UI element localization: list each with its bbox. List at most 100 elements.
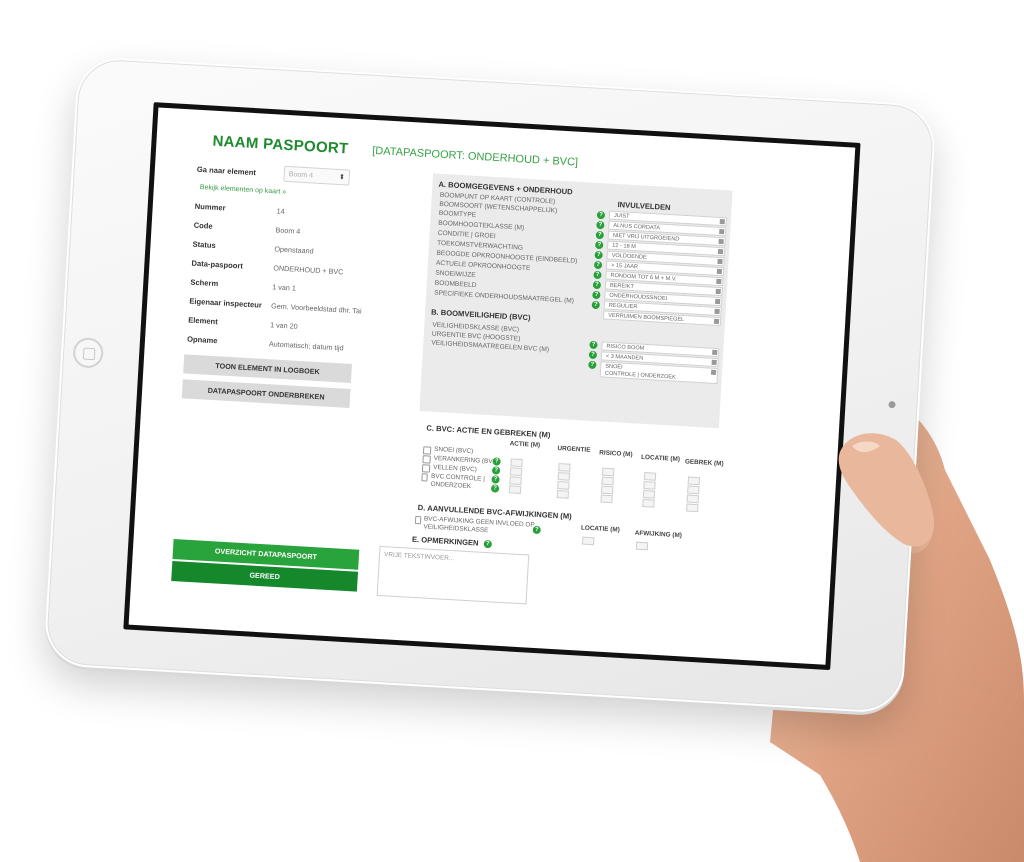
locatie-select[interactable]	[642, 489, 656, 499]
remarks-textarea[interactable]: VRIJE TEKSTINVOER...	[376, 545, 530, 605]
help-icon[interactable]: ?	[596, 210, 606, 220]
show-in-logbook-button[interactable]: TOON ELEMENT IN LOGBOEK	[183, 354, 352, 383]
select-arrow-icon	[717, 248, 724, 255]
select-arrow-icon	[718, 238, 724, 245]
help-icon[interactable]: ?	[492, 457, 501, 466]
row-label: VEILIGHEIDSMAATREGELEN BVC (M)	[431, 339, 550, 354]
help-icon[interactable]: ?	[595, 240, 604, 250]
field-label: Eigenaar inspecteur	[189, 296, 263, 310]
col-head-d-afwijking: AFWIJKING (M)	[634, 529, 683, 540]
help-icon[interactable]: ?	[589, 340, 598, 350]
locatie-select[interactable]	[643, 472, 657, 481]
interrupt-datapaspoort-button[interactable]: DATAPASPOORT ONDERBREKEN	[181, 379, 351, 408]
help-icon[interactable]: ?	[593, 270, 602, 280]
home-button-icon[interactable]	[72, 336, 105, 369]
urgentie-select[interactable]	[556, 490, 570, 499]
d-locatie-select[interactable]	[581, 536, 595, 546]
invulvelden-title: INVULVELDEN	[617, 200, 671, 213]
boomgegevens-panel: A. BOOMGEGEVENS + ONDERHOUD INVULVELDEN …	[419, 173, 733, 429]
field-value: Openstaand	[274, 244, 314, 256]
field-label: Element	[187, 315, 218, 327]
risico-select[interactable]	[601, 467, 615, 477]
select-arrow-icon	[710, 369, 717, 375]
tablet-screen: NAAM PASPOORT [DATAPASPOORT: ONDERHOUD +…	[123, 102, 861, 671]
select-arrow-icon	[719, 218, 725, 225]
actie-select[interactable]	[509, 476, 522, 485]
select-arrow-icon	[713, 318, 720, 325]
app-display: NAAM PASPOORT [DATAPASPOORT: ONDERHOUD +…	[128, 107, 856, 665]
row-label: CONDITIE | GROEI	[437, 229, 496, 241]
help-icon[interactable]: ?	[596, 220, 605, 230]
help-icon[interactable]: ?	[532, 525, 541, 535]
help-icon[interactable]: ?	[592, 290, 601, 300]
help-icon[interactable]: ?	[588, 350, 598, 360]
col-head-actie: ACTIE (M)	[509, 440, 541, 449]
col-head-urgentie: URGENTIE	[557, 444, 591, 454]
field-value: Gem. Voorbeeldstad dhr. Tai	[270, 301, 362, 316]
select-arrow-icon	[712, 349, 718, 356]
field-label: Scherm	[190, 277, 219, 289]
checkbox-row-bvc-controle[interactable]: BVC CONTROLE | ONDERZOEK	[421, 472, 502, 493]
d-afwijking-select[interactable]	[635, 541, 649, 551]
goto-element-label: Ga naar element	[196, 164, 257, 177]
checkbox-label: BVC-AFWIJKING GEEN INVLOED OP VEILIGHEID…	[423, 515, 535, 535]
page-title: NAAM PASPOORT	[212, 132, 349, 158]
field-value: ONDERHOUD + BVC	[273, 263, 344, 277]
help-icon[interactable]: ?	[593, 260, 603, 270]
risico-select[interactable]	[600, 494, 613, 504]
help-icon[interactable]: ?	[592, 280, 602, 290]
row-label: SPECIFIEKE ONDERHOUDSMAATREGEL (M)	[433, 289, 575, 305]
field-label: Opname	[186, 334, 218, 346]
help-icon[interactable]: ?	[591, 300, 601, 310]
help-icon[interactable]: ?	[588, 360, 597, 370]
help-icon[interactable]: ?	[594, 250, 603, 260]
urgentie-select[interactable]	[558, 463, 571, 472]
gebrek-select[interactable]	[686, 494, 700, 504]
col-head-locatie: LOCATIE (M)	[640, 453, 681, 464]
actie-select[interactable]	[508, 485, 522, 494]
select-arrow-icon	[715, 288, 721, 295]
risico-select[interactable]	[600, 485, 614, 495]
row-label: BOOMBEELD	[434, 279, 477, 290]
risico-select[interactable]	[601, 476, 614, 486]
tablet-device: NAAM PASPOORT [DATAPASPOORT: ONDERHOUD +…	[43, 55, 937, 715]
gebrek-select[interactable]	[686, 503, 699, 513]
section-b-title: B. BOOMVEILIGHEID (BVC)	[430, 307, 531, 323]
help-icon[interactable]: ?	[491, 466, 501, 475]
field-value: 1 van 20	[269, 320, 298, 331]
select-arrow-icon	[714, 308, 720, 315]
section-e-label: E. OPMERKINGEN	[411, 534, 479, 548]
gebrek-select[interactable]	[687, 485, 700, 495]
goto-element-value: Boom 4	[288, 170, 314, 179]
camera-icon	[888, 400, 896, 409]
field-value: Boom 4	[275, 225, 301, 236]
locatie-select[interactable]	[643, 481, 656, 490]
select-arrow-icon	[716, 278, 722, 285]
goto-element-select[interactable]: Boom 4 ⬍	[283, 165, 351, 186]
help-icon[interactable]: ?	[483, 539, 493, 549]
select-arrow-icon	[711, 359, 717, 366]
checkbox-icon[interactable]	[414, 515, 422, 525]
field-label: Code	[193, 220, 213, 231]
field-value: 14	[276, 206, 285, 216]
urgentie-select[interactable]	[557, 472, 571, 481]
urgentie-select[interactable]	[557, 481, 570, 490]
actie-select[interactable]	[510, 458, 523, 467]
locatie-select[interactable]	[642, 498, 655, 508]
gebrek-select[interactable]	[687, 476, 701, 486]
field-label: Nummer	[194, 201, 226, 213]
checkbox-row-afwijking[interactable]: BVC-AFWIJKING GEEN INVLOED OP VEILIGHEID…	[414, 515, 535, 538]
field-value: 1 van 1	[272, 282, 297, 293]
page-subtitle: [DATAPASPOORT: ONDERHOUD + BVC]	[371, 144, 579, 169]
select-arrow-icon	[719, 228, 725, 235]
select-arrow-icon: ⬍	[338, 173, 345, 182]
actie-select[interactable]	[509, 467, 523, 476]
checkbox-icon[interactable]	[421, 473, 429, 482]
col-head-risico: RISICO (M)	[599, 449, 633, 459]
select-arrow-icon	[716, 268, 723, 275]
section-e-title: E. OPMERKINGEN	[412, 535, 479, 548]
field-label: Status	[192, 239, 217, 250]
select-arrow-icon	[717, 258, 723, 265]
help-icon[interactable]: ?	[595, 230, 605, 240]
section-c-title: C. BVC: ACTIE EN GEBREKEN (M)	[426, 423, 551, 440]
